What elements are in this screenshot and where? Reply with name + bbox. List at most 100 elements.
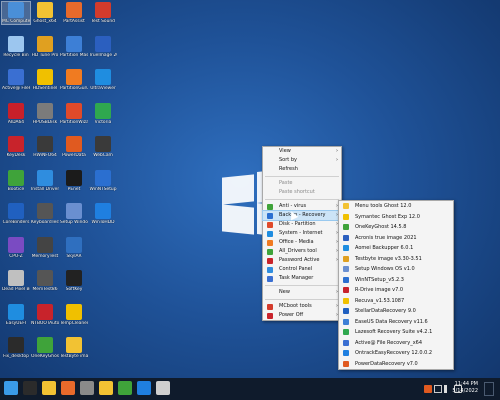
menu-item-label: R-Drive image v7.0 bbox=[355, 287, 404, 293]
desktop-icon[interactable]: EasyUEFI bbox=[2, 303, 30, 326]
desktop-icon[interactable]: HPUSBDisk bbox=[31, 102, 59, 125]
context-menu-item[interactable]: Power Off › bbox=[263, 311, 341, 320]
submenu-item[interactable]: WinNTSetup_v5.2.3 bbox=[339, 275, 453, 286]
desktop-icon[interactable]: Recycle Bin bbox=[2, 35, 30, 58]
submenu-item[interactable]: Aomei Backupper 6.0.1 bbox=[339, 243, 453, 254]
context-menu-item[interactable]: Sort by › bbox=[263, 156, 341, 165]
desktop-icon[interactable]: Fix_desktop bbox=[2, 337, 30, 359]
desktop-icon[interactable]: OneKeyGhost bbox=[31, 337, 59, 359]
desktop-icon[interactable]: KeyDesk bbox=[2, 136, 30, 158]
hdsentinel-icon bbox=[37, 69, 53, 85]
menu-item-label: Recuva_v1.53.1087 bbox=[355, 297, 405, 304]
desktop-icon[interactable]: CoreBinders bbox=[2, 203, 30, 225]
context-menu-item[interactable]: Password Active › bbox=[263, 256, 341, 265]
submenu-item[interactable]: Setup Windows OS v1.0 bbox=[339, 264, 453, 275]
explorer-icon[interactable] bbox=[42, 381, 56, 395]
submenu-item[interactable]: Symantec Ghost Exp 12.0 bbox=[339, 212, 453, 223]
context-menu-item[interactable]: MCboot tools › bbox=[263, 302, 341, 311]
desktop-icon[interactable]: Active@ FileRecovery bbox=[2, 69, 30, 91]
context-menu-item[interactable]: Anti - virus › bbox=[263, 202, 341, 211]
tray-app-icon[interactable] bbox=[424, 385, 432, 393]
ghost-icon[interactable] bbox=[99, 381, 113, 395]
context-menu-item[interactable]: All_Drivers tool › bbox=[263, 247, 341, 256]
submenu-item[interactable]: Lazesoft Recovery Suite v4.2.1 bbox=[339, 327, 453, 338]
desktop-icon[interactable]: SkyIAR bbox=[60, 236, 88, 259]
desktop-icon-label: Active@ FileRecovery bbox=[2, 86, 30, 91]
menu-item-label: Aomei Backupper 6.0.1 bbox=[355, 245, 414, 251]
desktop-icon[interactable]: CPU-Z bbox=[2, 236, 30, 259]
desktop-icon[interactable]: Bootice bbox=[2, 169, 30, 192]
desktop-icon[interactable]: Partition Master bbox=[60, 35, 88, 58]
submenu-item[interactable]: Active@ File Recovery_x64 bbox=[339, 338, 453, 349]
onekeyghost-icon bbox=[37, 337, 53, 353]
context-menu-item[interactable]: System - Internet › bbox=[263, 229, 341, 238]
desktop-icon[interactable]: WinNTSetup bbox=[89, 169, 117, 192]
submenu-item[interactable]: Recuva_v1.53.1087 bbox=[339, 296, 453, 307]
memtest-icon[interactable] bbox=[156, 381, 170, 395]
desktop-icon[interactable] bbox=[89, 270, 117, 287]
desktop-icon[interactable] bbox=[89, 304, 117, 321]
desktop-icon[interactable]: SoftKey bbox=[60, 270, 88, 292]
submenu-item[interactable]: OntrackEasyRecovery 12.0.0.2 bbox=[339, 348, 453, 359]
desktop-icon[interactable]: PartitionGuru bbox=[60, 69, 88, 91]
submenu-item[interactable]: StellarDataRecovery 9.0 bbox=[339, 306, 453, 317]
context-menu-item[interactable]: Refresh bbox=[263, 165, 341, 174]
desktop-icon[interactable]: HDSentinel bbox=[31, 69, 59, 91]
desktop-icon[interactable]: WebCam bbox=[89, 136, 117, 158]
context-menu-item[interactable]: Disk - Partition › bbox=[263, 220, 341, 229]
partition-icon[interactable] bbox=[61, 381, 75, 395]
submenu-item[interactable]: Testbyte image v3.30-3.51 bbox=[339, 254, 453, 265]
desktop-icon[interactable]: HWiNFO64 bbox=[31, 136, 59, 158]
desktop-icon[interactable]: PartAssist bbox=[60, 2, 88, 24]
desktop-icon[interactable]: HD Tune Pro bbox=[31, 35, 59, 58]
submenu-item[interactable]: PowerDataRecovery v7.0 bbox=[339, 359, 453, 370]
clock[interactable]: 11:44 PM 5/14/2022 bbox=[452, 381, 478, 395]
desktop-icon[interactable]: Victoria bbox=[89, 102, 117, 125]
volume-icon[interactable] bbox=[444, 385, 452, 393]
desktop-icon[interactable]: TrueImage 2021 bbox=[89, 35, 117, 58]
onekeyghost-icon[interactable] bbox=[118, 381, 132, 395]
desktop-icon[interactable]: TestByte image bbox=[60, 337, 88, 359]
desktop-icon[interactable]: UltraViewer bbox=[89, 69, 117, 91]
submenu-item[interactable]: EaseUS Data Recovery v11.6 bbox=[339, 317, 453, 328]
context-menu-item[interactable]: Task Manager bbox=[263, 274, 341, 283]
submenu-item[interactable]: R-Drive image v7.0 bbox=[339, 285, 453, 296]
submenu-item[interactable]: OneKeyGhost 14.5.8 bbox=[339, 222, 453, 233]
desktop-icon[interactable]: KeyboardTest bbox=[31, 203, 59, 225]
submenu-item[interactable]: Acronis true image 2021 bbox=[339, 233, 453, 244]
submenu-item[interactable]: Menu tools Ghost 12.0 bbox=[339, 201, 453, 212]
keyboard-icon bbox=[37, 203, 53, 219]
blank-icon bbox=[95, 270, 111, 286]
desktop-icon[interactable]: Setup Windows OS bbox=[60, 203, 88, 225]
desktop-icon[interactable]: WinToHDD bbox=[89, 203, 117, 225]
context-menu-item[interactable]: View › bbox=[263, 147, 341, 156]
desktop-icon[interactable]: MC Computer bbox=[1, 1, 31, 25]
app-icon[interactable] bbox=[80, 381, 94, 395]
desktop-icon[interactable]: MemoryTest bbox=[31, 236, 59, 259]
desktop-icon-label: PartitionWizard bbox=[60, 119, 88, 125]
cmd-icon[interactable] bbox=[23, 381, 37, 395]
desktop-icon[interactable]: MemTest86 bbox=[31, 270, 59, 292]
partition-master-icon bbox=[66, 35, 82, 52]
desktop-icon[interactable]: TempCleaner bbox=[60, 303, 88, 326]
desktop-context-menu: View › Sort by › Refresh Paste Paste shortcut A… bbox=[262, 146, 342, 321]
desktop-icon[interactable] bbox=[89, 237, 117, 254]
desktop-icon[interactable]: PartitionWizard bbox=[60, 102, 88, 125]
keydesk-icon bbox=[8, 136, 24, 152]
desktop-icon[interactable]: Install Driver bbox=[31, 169, 59, 192]
desktop-icon[interactable]: PowerData bbox=[60, 136, 88, 158]
desktop-icon[interactable]: NTBOOTAutofix bbox=[31, 303, 59, 326]
context-menu-item[interactable]: New › bbox=[263, 288, 341, 297]
desktop-icon[interactable]: Dead Pixel Buddy bbox=[2, 270, 30, 292]
desktop-icon[interactable]: Test Sound bbox=[89, 2, 117, 24]
context-menu-item[interactable]: Control Panel bbox=[263, 265, 341, 274]
desktop-icon[interactable]: Ghost_x64 bbox=[31, 2, 59, 24]
desktop-icon[interactable]: PEnet bbox=[60, 169, 88, 192]
wintohdd-icon[interactable] bbox=[137, 381, 151, 395]
context-menu-item[interactable]: Backup - Recovery › bbox=[262, 210, 342, 221]
notification-icon[interactable] bbox=[484, 382, 494, 396]
network-icon[interactable] bbox=[434, 385, 442, 393]
desktop-icon[interactable]: AIDA64 bbox=[2, 102, 30, 125]
start-icon[interactable] bbox=[4, 381, 18, 395]
context-menu-item[interactable]: Office - Media › bbox=[263, 238, 341, 247]
